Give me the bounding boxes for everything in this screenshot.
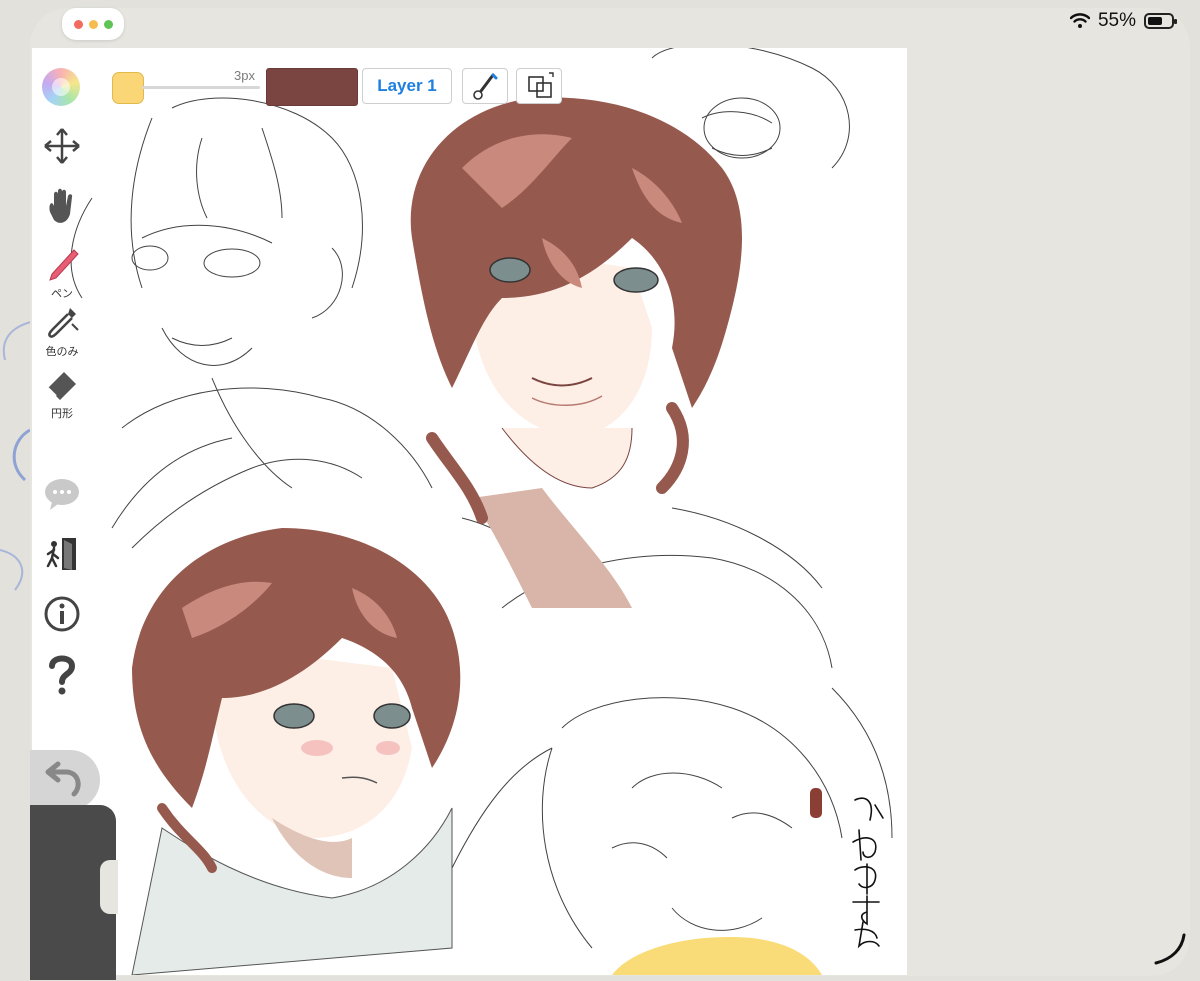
close-dot[interactable] <box>73 19 83 29</box>
palette-icon[interactable] <box>42 68 80 106</box>
transform-icon <box>528 72 554 98</box>
battery-percent: 55% <box>1097 10 1136 31</box>
undo-button[interactable] <box>30 750 100 810</box>
wifi-icon <box>1069 13 1090 28</box>
eraser-icon <box>47 372 76 400</box>
brush-settings-icon <box>473 73 498 100</box>
exit-tool[interactable] <box>38 534 86 579</box>
color-swatch-icon[interactable] <box>112 72 144 104</box>
brush-settings-button[interactable] <box>462 68 508 104</box>
signature-drawing <box>852 797 884 949</box>
pen-tool[interactable]: ペン <box>38 246 86 301</box>
brush-size-slider[interactable] <box>142 86 260 89</box>
artwork <box>70 48 893 975</box>
chat-tool[interactable] <box>38 476 86 517</box>
chat-bubble-icon <box>45 479 79 510</box>
dropper-icon <box>48 308 79 338</box>
pen-label: ペン <box>51 288 73 300</box>
info-icon <box>44 596 80 632</box>
move-arrows-icon <box>44 128 80 164</box>
drawing-canvas[interactable] <box>32 48 907 975</box>
info-tool[interactable] <box>38 594 86 639</box>
primary-color-swatch[interactable] <box>266 68 358 106</box>
fill-label: 色のみ <box>45 346 79 358</box>
exit-door-icon <box>46 538 76 570</box>
status-bar: 55% <box>1069 10 1177 32</box>
eraser-label: 円形 <box>51 408 73 420</box>
help-tool[interactable] <box>38 652 86 701</box>
pen-icon <box>49 249 79 281</box>
side-panel-handle[interactable] <box>30 805 118 980</box>
resize-corner-icon[interactable] <box>1152 931 1188 967</box>
fill-tool[interactable]: 色のみ <box>38 304 86 359</box>
eraser-tool[interactable]: 円形 <box>38 366 86 421</box>
hand-tool[interactable] <box>38 186 86 235</box>
brush-size-label: 3px <box>234 68 255 83</box>
layer-button[interactable]: Layer 1 <box>362 68 452 104</box>
question-icon <box>49 655 76 695</box>
undo-icon <box>45 761 81 797</box>
move-tool[interactable] <box>38 126 86 171</box>
hand-icon <box>49 188 73 223</box>
battery-icon <box>1144 13 1177 29</box>
minimize-dot[interactable] <box>88 19 98 29</box>
zoom-dot[interactable] <box>103 19 113 29</box>
transform-button[interactable] <box>516 68 562 104</box>
window-controls[interactable] <box>62 8 124 40</box>
